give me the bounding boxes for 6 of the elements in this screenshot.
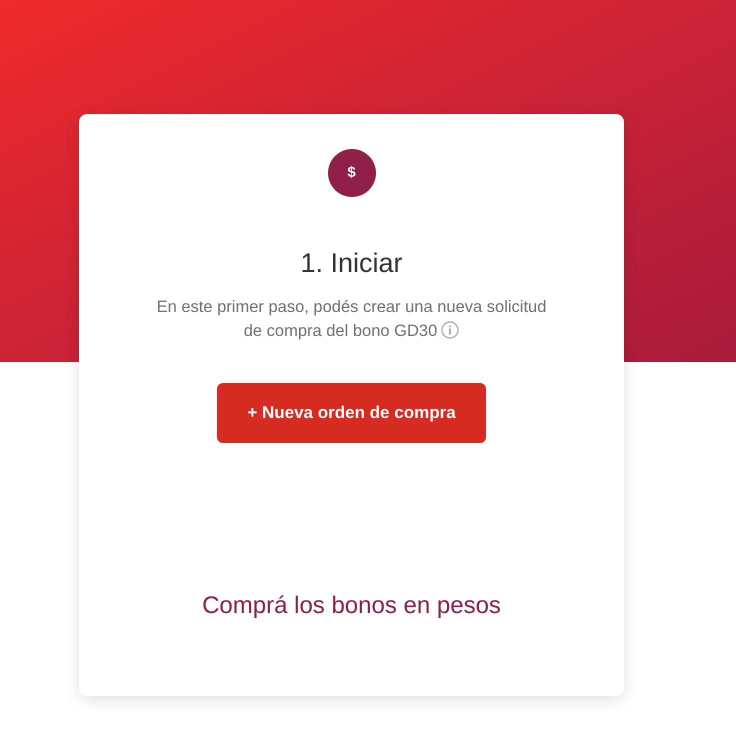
new-order-button[interactable]: + Nueva orden de compra xyxy=(217,382,486,443)
step-title: 1. Iniciar xyxy=(300,247,403,280)
buy-bonds-link[interactable]: Comprá los bonos en pesos xyxy=(202,588,501,624)
info-icon[interactable] xyxy=(441,320,460,339)
step-description: En este primer paso, podés crear una nueva solicitud de compra del bono GD30 xyxy=(156,296,546,342)
dollar-icon: $ xyxy=(328,149,376,197)
